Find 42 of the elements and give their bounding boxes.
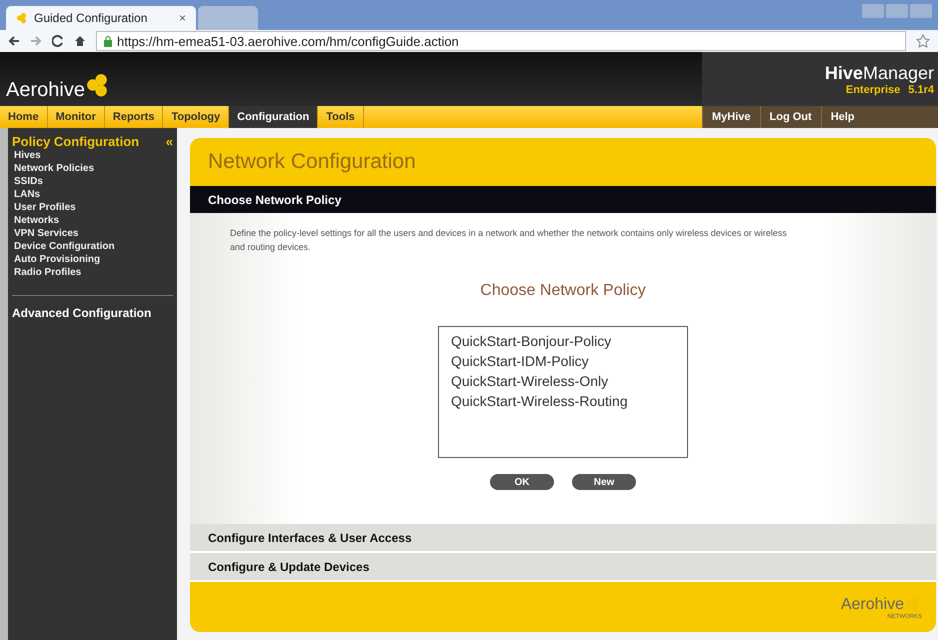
sidebar-item[interactable]: VPN Services — [12, 227, 173, 240]
sidebar-item[interactable]: Auto Provisioning — [12, 253, 173, 266]
list-option[interactable]: QuickStart-Bonjour-Policy — [451, 331, 675, 351]
sidebar-item[interactable]: Network Policies — [12, 162, 173, 175]
sidebar-item[interactable]: Radio Profiles — [12, 266, 173, 279]
list-option[interactable]: QuickStart-Wireless-Routing — [451, 391, 675, 411]
page-title: Network Configuration — [190, 138, 936, 186]
description: Define the policy-level settings for all the users and devices in a network and whether the network contains only wireless devices or wireless and routing devices. — [230, 227, 788, 254]
product-name: HiveManager — [824, 62, 934, 84]
action-button[interactable]: OK — [490, 474, 554, 490]
section-header[interactable]: Choose Network Policy — [190, 186, 936, 213]
list-option[interactable]: QuickStart-IDM-Policy — [451, 351, 675, 371]
action-button[interactable]: New — [572, 474, 636, 490]
policy-list[interactable]: QuickStart-Bonjour-Policy QuickStart-IDM-Policy QuickStart-Wireless-Only QuickStart-Wireless-Routing — [438, 326, 688, 458]
home-icon[interactable] — [74, 35, 86, 47]
edition-label: Enterprise — [846, 84, 900, 96]
close-icon[interactable]: × — [178, 11, 186, 25]
sidebar-item[interactable]: LANs — [12, 188, 173, 201]
forward-icon[interactable] — [30, 35, 42, 47]
reload-icon[interactable] — [52, 35, 64, 47]
address-field[interactable]: https://hm-emea51-03.aerohive.com/hm/configGuide.action — [96, 31, 906, 51]
logo: Aerohive — [0, 72, 111, 106]
sidebar-section[interactable]: Advanced Configuration — [12, 306, 173, 320]
back-icon[interactable] — [8, 35, 20, 47]
sidebar-item[interactable]: Hives — [12, 149, 173, 162]
nav-tab[interactable]: Configuration — [229, 106, 318, 128]
sidebar-item[interactable]: User Profiles — [12, 201, 173, 214]
sidebar-title: Policy Configuration — [12, 134, 140, 149]
version-label: 5.1r4 — [908, 84, 934, 96]
browser-tab[interactable]: Guided Configuration × — [6, 6, 196, 30]
list-heading: Choose Network Policy — [480, 282, 646, 300]
collapse-icon[interactable]: « — [166, 134, 173, 149]
sidebar-item[interactable]: Networks — [12, 214, 173, 227]
section-header[interactable]: Configure Interfaces & User Access — [190, 524, 936, 553]
tab-title: Guided Configuration — [34, 11, 148, 25]
section-header[interactable]: Configure & Update Devices — [190, 553, 936, 582]
sidebar-item[interactable]: Device Configuration — [12, 240, 173, 253]
list-option[interactable]: QuickStart-Wireless-Only — [451, 371, 675, 391]
star-icon[interactable] — [916, 34, 930, 48]
sidebar-item[interactable]: SSIDs — [12, 175, 173, 188]
honeycomb-icon — [16, 12, 28, 24]
lock-icon — [103, 36, 113, 46]
